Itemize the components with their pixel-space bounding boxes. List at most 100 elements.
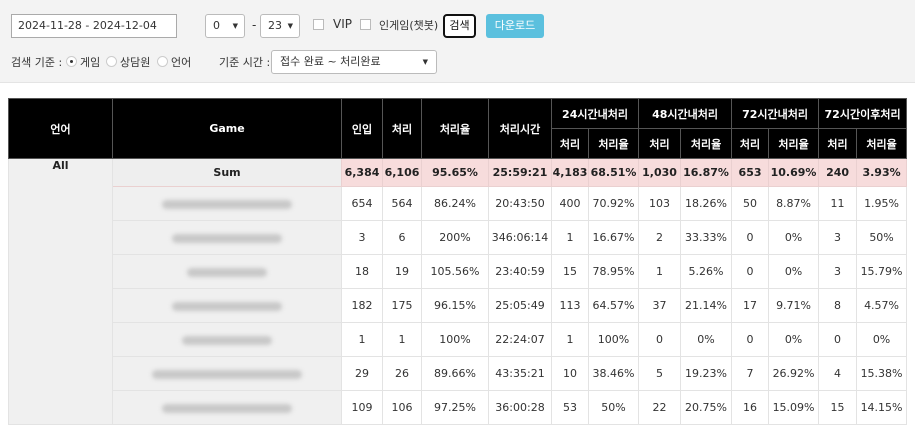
table-cell: 23:40:59 xyxy=(488,254,552,289)
language-cell: All xyxy=(8,158,113,425)
table-row: 29 26 89.66% 43:35:21 10 38.46% 5 19.23% 7 26.92%… xyxy=(9,356,908,391)
subheader-rate: 처리율 xyxy=(768,128,820,159)
table-cell: 16 xyxy=(731,390,770,425)
table-cell: 105.56% xyxy=(421,254,489,289)
table-cell: 38.46% xyxy=(587,356,640,391)
table-row: 182 175 96.15% 25:05:49 113 64.57% 37 21.14% 17 9… xyxy=(9,288,908,323)
table-row: 3 6 200% 346:06:14 1 16.67% 2 33.33% 0 0% 3 50% xyxy=(9,220,908,255)
sum-row: All Sum 6,384 6,106 95.65% 25:59:21 4,183 68.… xyxy=(8,158,908,425)
subheader-processed: 처리 xyxy=(551,128,589,159)
sum-cell: 4,183 xyxy=(551,158,589,187)
table-cell: 654 xyxy=(341,186,383,221)
table-cell: 564 xyxy=(382,186,422,221)
table-cell: 20.75% xyxy=(680,390,733,425)
date-range-input[interactable]: 2024-11-28 - 2024-12-04 xyxy=(11,14,177,38)
table-cell: 3 xyxy=(818,220,858,255)
table-row: 1 1 100% 22:24:07 1 100% 0 0% 0 0% 0 0% xyxy=(9,322,908,357)
ingame-checkbox[interactable] xyxy=(360,19,371,30)
game-name-cell xyxy=(112,220,342,255)
sum-cell: 653 xyxy=(731,158,770,187)
subheader-processed: 처리 xyxy=(818,128,858,159)
table-cell: 8 xyxy=(818,288,858,323)
table-row: 18 19 105.56% 23:40:59 15 78.95% 1 5.26% 0 0% 3 15.… xyxy=(9,254,908,289)
stats-table: 언어 Game 인입 처리 처리율 처리시간 24시간내처리 48시간내처리 7… xyxy=(8,98,908,425)
table-cell: 26 xyxy=(382,356,422,391)
game-name-cell xyxy=(112,186,342,221)
table-cell: 50% xyxy=(856,220,908,255)
time-basis-value: 접수 완료 ~ 처리완료 xyxy=(280,55,381,68)
search-button[interactable]: 검색 xyxy=(443,14,476,38)
header-processed: 처리 xyxy=(382,98,422,159)
game-name-cell xyxy=(112,356,342,391)
start-hour-select[interactable]: 0 ▼ xyxy=(205,14,245,38)
end-hour-select[interactable]: 23 ▼ xyxy=(260,14,300,38)
download-button[interactable]: 다운로드 xyxy=(486,14,544,38)
table-cell: 4 xyxy=(818,356,858,391)
ingame-label: 인게임(챗봇) xyxy=(379,19,439,32)
table-cell: 109 xyxy=(341,390,383,425)
chevron-down-icon: ▼ xyxy=(422,58,428,66)
basis-radio-language[interactable] xyxy=(157,56,168,67)
header-inflow: 인입 xyxy=(341,98,383,159)
table-cell: 3 xyxy=(341,220,383,255)
vip-checkbox[interactable] xyxy=(313,19,324,30)
table-cell: 2 xyxy=(638,220,682,255)
table-cell: 16.67% xyxy=(587,220,640,255)
table-cell: 43:35:21 xyxy=(488,356,552,391)
table-cell: 50% xyxy=(587,390,640,425)
table-cell: 346:06:14 xyxy=(488,220,552,255)
header-language: 언어 xyxy=(8,98,113,159)
subheader-processed: 처리 xyxy=(638,128,682,159)
table-cell: 100% xyxy=(587,322,640,357)
basis-option-agent: 상담원 xyxy=(120,56,151,69)
table-cell: 100% xyxy=(421,322,489,357)
table-cell: 0 xyxy=(731,322,770,357)
redacted-game-name xyxy=(182,335,272,345)
table-cell: 36:00:28 xyxy=(488,390,552,425)
table-cell: 9.71% xyxy=(768,288,820,323)
table-cell: 10 xyxy=(551,356,589,391)
game-name-cell xyxy=(112,322,342,357)
table-cell: 21.14% xyxy=(680,288,733,323)
redacted-game-name xyxy=(187,267,267,277)
table-cell: 0 xyxy=(731,220,770,255)
table-row: 109 106 97.25% 36:00:28 53 50% 22 20.75% 16 15.09… xyxy=(9,390,908,425)
table-cell: 0% xyxy=(768,254,820,289)
basis-radio-game[interactable] xyxy=(66,56,77,67)
basis-radio-agent[interactable] xyxy=(106,56,117,67)
table-cell: 113 xyxy=(551,288,589,323)
table-cell: 29 xyxy=(341,356,383,391)
table-cell: 89.66% xyxy=(421,356,489,391)
table-cell: 175 xyxy=(382,288,422,323)
table-cell: 25:05:49 xyxy=(488,288,552,323)
table-row: 654 564 86.24% 20:43:50 400 70.92% 103 18.26% 50… xyxy=(9,186,908,221)
table-cell: 26.92% xyxy=(768,356,820,391)
game-name-cell xyxy=(112,254,342,289)
table-cell: 182 xyxy=(341,288,383,323)
table-cell: 64.57% xyxy=(587,288,640,323)
time-basis-select[interactable]: 접수 완료 ~ 처리완료 ▼ xyxy=(271,50,437,74)
table-cell: 22:24:07 xyxy=(488,322,552,357)
sum-cell: 6,384 xyxy=(341,158,383,187)
table-cell: 19 xyxy=(382,254,422,289)
table-cell: 18.26% xyxy=(680,186,733,221)
table-cell: 1.95% xyxy=(856,186,908,221)
table-cell: 400 xyxy=(551,186,589,221)
table-cell: 106 xyxy=(382,390,422,425)
sum-cell: 25:59:21 xyxy=(488,158,552,187)
table-cell: 96.15% xyxy=(421,288,489,323)
header-24h: 24시간내처리 xyxy=(550,98,640,129)
table-cell: 15.09% xyxy=(768,390,820,425)
table-cell: 33.33% xyxy=(680,220,733,255)
sum-cell: 10.69% xyxy=(768,158,820,187)
table-cell: 3 xyxy=(818,254,858,289)
table-cell: 15.38% xyxy=(856,356,908,391)
table-cell: 200% xyxy=(421,220,489,255)
table-cell: 20:43:50 xyxy=(488,186,552,221)
sum-cell: 240 xyxy=(818,158,858,187)
redacted-game-name xyxy=(172,233,282,243)
table-cell: 18 xyxy=(341,254,383,289)
chevron-down-icon: ▼ xyxy=(232,22,238,30)
table-cell: 5 xyxy=(638,356,682,391)
header-process-time: 처리시간 xyxy=(488,98,552,159)
